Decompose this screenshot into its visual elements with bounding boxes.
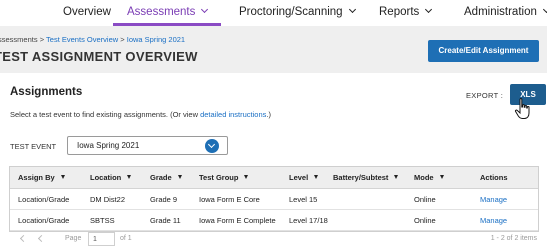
breadcrumb-separator: > (120, 35, 125, 44)
column-header-level[interactable]: Level (289, 167, 319, 189)
page-label: Page (65, 235, 82, 242)
instructions-suffix: .) (266, 110, 271, 119)
cell-level: Level 17/18 (289, 216, 328, 225)
nav-proctoring-scanning[interactable]: Proctoring/Scanning (239, 0, 356, 26)
breadcrumb: Assessments > Test Events Overview > Iow… (0, 35, 185, 44)
cell-location: DM Dist22 (90, 195, 126, 204)
column-header-grade[interactable]: Grade (150, 167, 182, 189)
nav-assessments-label: Assessments (127, 6, 196, 18)
breadcrumb-test-events-overview[interactable]: Test Events Overview (46, 35, 118, 44)
nav-administration-label: Administration (464, 6, 537, 18)
previous-page-icon[interactable] (37, 234, 46, 243)
hand-cursor-icon (514, 98, 530, 119)
test-event-select[interactable]: Iowa Spring 2021 (67, 136, 228, 155)
cell-grade: Grade 11 (150, 216, 181, 225)
sort-icon (314, 175, 319, 179)
manage-link[interactable]: Manage (480, 210, 507, 231)
sort-icon (60, 175, 65, 179)
column-label: Battery/Subtest (333, 173, 389, 182)
items-range-label: 1 - 2 of 2 items (490, 235, 537, 242)
breadcrumb-current[interactable]: Iowa Spring 2021 (127, 35, 185, 44)
cell-assign-by: Location/Grade (18, 216, 70, 225)
nav-overview[interactable]: Overview (63, 0, 111, 26)
column-label: Test Group (199, 173, 239, 182)
cell-grade: Grade 9 (150, 195, 178, 204)
page-header: Assessments > Test Events Overview > Iow… (0, 26, 547, 73)
assignments-table: Assign By Location Grade Test Group Leve… (9, 166, 539, 232)
chevron-down-icon (201, 5, 209, 14)
breadcrumb-root[interactable]: Assessments (0, 35, 38, 44)
instructions-text: Select a test event to find existing ass… (10, 110, 271, 119)
manage-link[interactable]: Manage (480, 189, 507, 210)
page-number-input[interactable]: 1 (88, 232, 115, 246)
test-event-selected-value: Iowa Spring 2021 (77, 141, 140, 150)
nav-assessments[interactable]: Assessments (112, 0, 222, 26)
column-header-actions: Actions (480, 173, 508, 182)
chevron-down-icon (542, 5, 547, 14)
section-title: Assignments (10, 86, 83, 98)
cell-test-group: Iowa Form E Core (199, 195, 260, 204)
cell-mode: Online (414, 216, 436, 225)
page-total-label: of 1 (120, 235, 132, 242)
instructions-prefix: Select a test event to find existing ass… (10, 110, 201, 119)
column-header-location[interactable]: Location (90, 167, 132, 189)
breadcrumb-separator: > (39, 35, 45, 44)
column-label: Mode (414, 173, 434, 182)
column-header-test-group[interactable]: Test Group (199, 167, 249, 189)
table-header: Assign By Location Grade Test Group Leve… (10, 167, 538, 189)
top-navigation: Overview Assessments Proctoring/Scanning… (0, 0, 547, 26)
nav-proctoring-label: Proctoring/Scanning (239, 6, 343, 18)
nav-reports[interactable]: Reports (379, 0, 433, 26)
sort-icon (439, 175, 444, 179)
sort-icon (394, 175, 399, 179)
column-label: Location (90, 173, 122, 182)
nav-administration[interactable]: Administration (464, 0, 547, 26)
chevron-down-icon (348, 5, 356, 14)
nav-overview-label: Overview (63, 6, 111, 18)
table-row: Location/Grade DM Dist22 Grade 9 Iowa Fo… (10, 189, 538, 210)
sort-icon (177, 175, 182, 179)
column-label: Grade (150, 173, 172, 182)
chevron-down-icon (425, 5, 433, 14)
column-label: Level (289, 173, 309, 182)
table-row: Location/Grade SBTSS Grade 11 Iowa Form … (10, 210, 538, 231)
column-header-battery-subtest[interactable]: Battery/Subtest (333, 167, 399, 189)
chevron-down-icon[interactable] (205, 139, 219, 153)
sort-icon (127, 175, 132, 179)
cell-location: SBTSS (90, 216, 115, 225)
sort-icon (244, 175, 249, 179)
column-label: Assign By (18, 173, 55, 182)
column-header-assign-by[interactable]: Assign By (18, 167, 65, 189)
export-label: EXPORT : (466, 91, 504, 100)
detailed-instructions-link[interactable]: detailed instructions (200, 110, 266, 119)
cell-test-group: Iowa Form E Complete (199, 216, 276, 225)
page-title: TEST ASSIGNMENT OVERVIEW (0, 49, 198, 64)
create-edit-assignment-button[interactable]: Create/Edit Assignment (428, 40, 539, 62)
cell-level: Level 15 (289, 195, 318, 204)
test-event-label: TEST EVENT (10, 142, 57, 151)
cell-assign-by: Location/Grade (18, 195, 70, 204)
pagination: Page 1 of 1 1 - 2 of 2 items (9, 232, 539, 246)
nav-reports-label: Reports (379, 6, 420, 18)
first-page-icon[interactable] (19, 234, 28, 243)
column-header-mode[interactable]: Mode (414, 167, 444, 189)
cell-mode: Online (414, 195, 436, 204)
